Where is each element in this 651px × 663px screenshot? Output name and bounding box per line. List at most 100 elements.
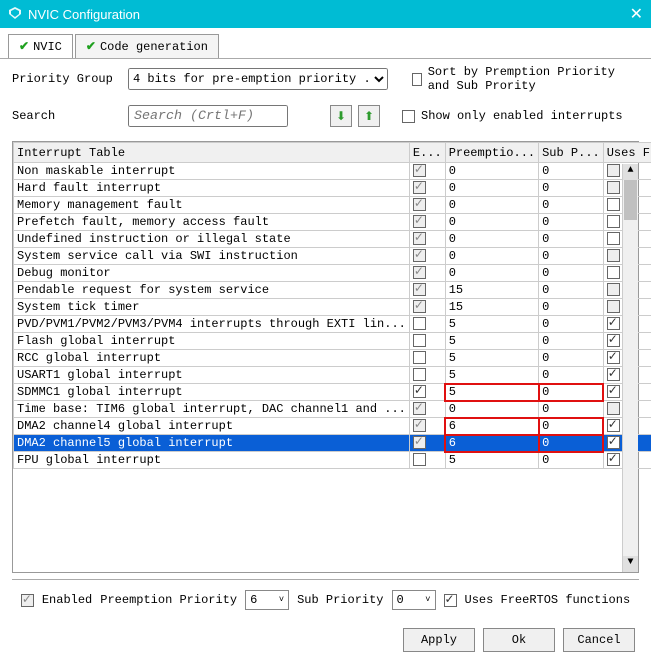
table-row[interactable]: RCC global interrupt50: [14, 350, 651, 367]
sub-cell[interactable]: 0: [539, 435, 604, 452]
preempt-cell[interactable]: 0: [445, 231, 538, 248]
enabled-checkbox[interactable]: [413, 453, 426, 466]
sub-cell[interactable]: 0: [539, 350, 604, 367]
table-row[interactable]: Hard fault interrupt00: [14, 180, 651, 197]
detail-pre-spin[interactable]: 6˅: [245, 590, 289, 610]
table-row[interactable]: Pendable request for system service150: [14, 282, 651, 299]
preempt-cell[interactable]: 0: [445, 197, 538, 214]
preempt-cell[interactable]: 6: [445, 435, 538, 452]
enabled-checkbox[interactable]: [413, 368, 426, 381]
enabled-cell[interactable]: [409, 163, 445, 180]
sub-cell[interactable]: 0: [539, 248, 604, 265]
freertos-checkbox[interactable]: [607, 419, 620, 432]
sub-cell[interactable]: 0: [539, 214, 604, 231]
enabled-cell[interactable]: [409, 214, 445, 231]
sub-cell[interactable]: 0: [539, 333, 604, 350]
table-row[interactable]: DMA2 channel5 global interrupt60: [14, 435, 651, 452]
scroll-up-icon[interactable]: ▲: [623, 164, 638, 180]
col-preempt[interactable]: Preemptio...: [445, 143, 538, 163]
preempt-cell[interactable]: 5: [445, 452, 538, 469]
table-row[interactable]: Flash global interrupt50: [14, 333, 651, 350]
enabled-cell[interactable]: [409, 316, 445, 333]
enabled-cell[interactable]: [409, 384, 445, 401]
table-row[interactable]: FPU global interrupt50: [14, 452, 651, 469]
preempt-cell[interactable]: 5: [445, 367, 538, 384]
preempt-cell[interactable]: 0: [445, 163, 538, 180]
freertos-checkbox[interactable]: [607, 215, 620, 228]
close-icon[interactable]: ✕: [630, 4, 643, 24]
freertos-checkbox[interactable]: [607, 368, 620, 381]
preempt-cell[interactable]: 6: [445, 418, 538, 435]
tab-nvic[interactable]: ✔ NVIC: [8, 34, 73, 58]
preempt-cell[interactable]: 0: [445, 214, 538, 231]
sub-cell[interactable]: 0: [539, 316, 604, 333]
table-row[interactable]: Debug monitor00: [14, 265, 651, 282]
preempt-cell[interactable]: 5: [445, 333, 538, 350]
sub-cell[interactable]: 0: [539, 299, 604, 316]
freertos-checkbox[interactable]: [607, 266, 620, 279]
scroll-thumb[interactable]: [624, 180, 637, 220]
enabled-cell[interactable]: [409, 350, 445, 367]
table-row[interactable]: USART1 global interrupt50: [14, 367, 651, 384]
sub-cell[interactable]: 0: [539, 163, 604, 180]
preempt-cell[interactable]: 5: [445, 350, 538, 367]
table-row[interactable]: Memory management fault00: [14, 197, 651, 214]
table-row[interactable]: Prefetch fault, memory access fault00: [14, 214, 651, 231]
col-name[interactable]: Interrupt Table: [14, 143, 410, 163]
enabled-cell[interactable]: [409, 367, 445, 384]
enabled-cell[interactable]: [409, 435, 445, 452]
enabled-cell[interactable]: [409, 282, 445, 299]
search-next-button[interactable]: ⬇: [330, 105, 352, 127]
enabled-cell[interactable]: [409, 401, 445, 418]
table-row[interactable]: SDMMC1 global interrupt50: [14, 384, 651, 401]
sub-cell[interactable]: 0: [539, 282, 604, 299]
cancel-button[interactable]: Cancel: [563, 628, 635, 652]
search-input[interactable]: [128, 105, 288, 127]
freertos-checkbox[interactable]: [607, 317, 620, 330]
preempt-cell[interactable]: 5: [445, 316, 538, 333]
table-row[interactable]: Undefined instruction or illegal state00: [14, 231, 651, 248]
ok-button[interactable]: Ok: [483, 628, 555, 652]
table-row[interactable]: Non maskable interrupt00: [14, 163, 651, 180]
sub-cell[interactable]: 0: [539, 197, 604, 214]
table-row[interactable]: System tick timer150: [14, 299, 651, 316]
detail-freertos-checkbox[interactable]: [444, 594, 457, 607]
col-enabled[interactable]: E...: [409, 143, 445, 163]
enabled-checkbox[interactable]: [413, 385, 426, 398]
freertos-checkbox[interactable]: [607, 436, 620, 449]
scrollbar[interactable]: ▲ ▼: [622, 164, 638, 572]
enabled-cell[interactable]: [409, 197, 445, 214]
enabled-cell[interactable]: [409, 333, 445, 350]
enabled-cell[interactable]: [409, 265, 445, 282]
enabled-cell[interactable]: [409, 299, 445, 316]
freertos-checkbox[interactable]: [607, 351, 620, 364]
sub-cell[interactable]: 0: [539, 418, 604, 435]
sub-cell[interactable]: 0: [539, 384, 604, 401]
freertos-checkbox[interactable]: [607, 198, 620, 211]
sort-checkbox[interactable]: [412, 73, 422, 86]
freertos-checkbox[interactable]: [607, 334, 620, 347]
priority-group-select[interactable]: 4 bits for pre-emption priority ...: [128, 68, 388, 90]
table-row[interactable]: DMA2 channel4 global interrupt60: [14, 418, 651, 435]
preempt-cell[interactable]: 15: [445, 299, 538, 316]
freertos-checkbox[interactable]: [607, 232, 620, 245]
preempt-cell[interactable]: 5: [445, 384, 538, 401]
enabled-cell[interactable]: [409, 452, 445, 469]
sub-cell[interactable]: 0: [539, 231, 604, 248]
sub-cell[interactable]: 0: [539, 265, 604, 282]
table-row[interactable]: System service call via SWI instruction0…: [14, 248, 651, 265]
preempt-cell[interactable]: 0: [445, 265, 538, 282]
scroll-down-icon[interactable]: ▼: [623, 556, 638, 572]
sub-cell[interactable]: 0: [539, 452, 604, 469]
table-row[interactable]: PVD/PVM1/PVM2/PVM3/PVM4 interrupts throu…: [14, 316, 651, 333]
freertos-checkbox[interactable]: [607, 453, 620, 466]
sub-cell[interactable]: 0: [539, 180, 604, 197]
preempt-cell[interactable]: 0: [445, 248, 538, 265]
enabled-cell[interactable]: [409, 248, 445, 265]
freertos-checkbox[interactable]: [607, 385, 620, 398]
enabled-checkbox[interactable]: [413, 334, 426, 347]
col-sub[interactable]: Sub P...: [539, 143, 604, 163]
enabled-cell[interactable]: [409, 180, 445, 197]
preempt-cell[interactable]: 0: [445, 180, 538, 197]
sub-cell[interactable]: 0: [539, 401, 604, 418]
